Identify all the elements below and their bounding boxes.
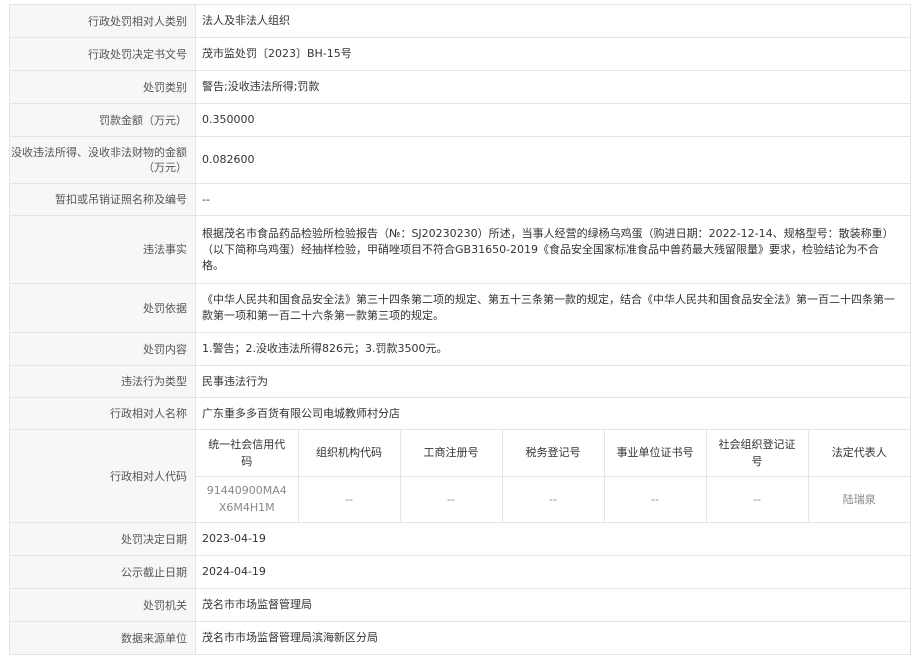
penalty-basis-value: 《中华人民共和国食品安全法》第三十四条第二项的规定、第五十三条第一款的规定，结合… bbox=[195, 283, 911, 333]
confiscation-amount-value: 0.082600 bbox=[195, 136, 911, 184]
fine-amount-value: 0.350000 bbox=[195, 103, 911, 137]
confiscation-amount-label: 没收违法所得、没收非法财物的金额（万元） bbox=[9, 136, 196, 184]
row-decision-date: 处罚决定日期 2023-04-19 bbox=[9, 522, 911, 556]
value-credit-code: 91440900MA4X6M4H1M bbox=[196, 475, 299, 522]
decision-number-value: 茂市监处罚〔2023〕BH-15号 bbox=[195, 37, 911, 71]
header-institution-cert: 事业单位证书号 bbox=[603, 430, 707, 477]
publicity-deadline-value: 2024-04-19 bbox=[195, 555, 911, 589]
license-info-value: -- bbox=[195, 183, 911, 216]
penalty-content-value: 1.警告；2.没收违法所得826元；3.罚款3500元。 bbox=[195, 332, 911, 366]
penalty-record-page: 行政处罚相对人类别 法人及非法人组织 行政处罚决定书文号 茂市监处罚〔2023〕… bbox=[0, 0, 920, 662]
party-code-cell: 统一社会信用代码 组织机构代码 工商注册号 税务登记号 事业单位证书号 社会组织… bbox=[195, 429, 911, 523]
penalty-basis-label: 处罚依据 bbox=[9, 283, 196, 333]
row-penalty-content: 处罚内容 1.警告；2.没收违法所得826元；3.罚款3500元。 bbox=[9, 332, 911, 366]
penalty-content-label: 处罚内容 bbox=[9, 332, 196, 366]
header-tax-reg: 税务登记号 bbox=[501, 430, 605, 477]
party-code-table: 统一社会信用代码 组织机构代码 工商注册号 税务登记号 事业单位证书号 社会组织… bbox=[196, 430, 910, 522]
value-legal-rep: 陆瑞泉 bbox=[807, 475, 910, 522]
header-legal-rep: 法定代表人 bbox=[807, 430, 910, 477]
violation-facts-value: 根据茂名市食品药品检验所检验报告（№：SJ20230230）所述，当事人经营的绿… bbox=[195, 215, 911, 284]
row-confiscation-amount: 没收违法所得、没收非法财物的金额（万元） 0.082600 bbox=[9, 136, 911, 184]
authority-value: 茂名市市场监督管理局 bbox=[195, 588, 911, 622]
license-info-label: 暂扣或吊销证照名称及编号 bbox=[9, 183, 196, 216]
row-violation-facts: 违法事实 根据茂名市食品药品检验所检验报告（№：SJ20230230）所述，当事… bbox=[9, 215, 911, 284]
fine-amount-label: 罚款金额（万元） bbox=[9, 103, 196, 137]
header-business-reg: 工商注册号 bbox=[399, 430, 503, 477]
party-code-label: 行政相对人代码 bbox=[9, 429, 196, 523]
decision-date-label: 处罚决定日期 bbox=[9, 522, 196, 556]
row-penalty-type: 处罚类别 警告;没收违法所得;罚款 bbox=[9, 70, 911, 104]
row-party-name: 行政相对人名称 广东重多多百货有限公司电城教师村分店 bbox=[9, 397, 911, 430]
row-fine-amount: 罚款金额（万元） 0.350000 bbox=[9, 103, 911, 137]
row-data-source: 数据来源单位 茂名市市场监督管理局滨海新区分局 bbox=[9, 621, 911, 655]
header-social-org: 社会组织登记证号 bbox=[705, 430, 809, 477]
party-category-value: 法人及非法人组织 bbox=[195, 4, 911, 38]
party-name-label: 行政相对人名称 bbox=[9, 397, 196, 430]
party-code-header-row: 统一社会信用代码 组织机构代码 工商注册号 税务登记号 事业单位证书号 社会组织… bbox=[196, 430, 910, 477]
row-violation-type: 违法行为类型 民事违法行为 bbox=[9, 365, 911, 398]
row-publicity-deadline: 公示截止日期 2024-04-19 bbox=[9, 555, 911, 589]
row-authority: 处罚机关 茂名市市场监督管理局 bbox=[9, 588, 911, 622]
decision-number-label: 行政处罚决定书文号 bbox=[9, 37, 196, 71]
violation-type-label: 违法行为类型 bbox=[9, 365, 196, 398]
header-org-code: 组织机构代码 bbox=[297, 430, 401, 477]
violation-facts-label: 违法事实 bbox=[9, 215, 196, 284]
data-source-label: 数据来源单位 bbox=[9, 621, 196, 655]
publicity-deadline-label: 公示截止日期 bbox=[9, 555, 196, 589]
row-decision-number: 行政处罚决定书文号 茂市监处罚〔2023〕BH-15号 bbox=[9, 37, 911, 71]
party-category-label: 行政处罚相对人类别 bbox=[9, 4, 196, 38]
authority-label: 处罚机关 bbox=[9, 588, 196, 622]
row-party-code: 行政相对人代码 统一社会信用代码 组织机构代码 工商注册号 税务登记号 事业单位… bbox=[9, 429, 911, 523]
party-name-value: 广东重多多百货有限公司电城教师村分店 bbox=[195, 397, 911, 430]
penalty-type-value: 警告;没收违法所得;罚款 bbox=[195, 70, 911, 104]
value-institution-cert: -- bbox=[603, 475, 707, 522]
row-party-category: 行政处罚相对人类别 法人及非法人组织 bbox=[9, 4, 911, 38]
data-source-value: 茂名市市场监督管理局滨海新区分局 bbox=[195, 621, 911, 655]
value-tax-reg: -- bbox=[501, 475, 605, 522]
row-penalty-basis: 处罚依据 《中华人民共和国食品安全法》第三十四条第二项的规定、第五十三条第一款的… bbox=[9, 283, 911, 333]
penalty-type-label: 处罚类别 bbox=[9, 70, 196, 104]
row-license-info: 暂扣或吊销证照名称及编号 -- bbox=[9, 183, 911, 216]
header-credit-code: 统一社会信用代码 bbox=[196, 430, 299, 477]
violation-type-value: 民事违法行为 bbox=[195, 365, 911, 398]
penalty-info-table: 行政处罚相对人类别 法人及非法人组织 行政处罚决定书文号 茂市监处罚〔2023〕… bbox=[9, 4, 911, 655]
decision-date-value: 2023-04-19 bbox=[195, 522, 911, 556]
value-social-org: -- bbox=[705, 475, 809, 522]
value-business-reg: -- bbox=[399, 475, 503, 522]
value-org-code: -- bbox=[297, 475, 401, 522]
party-code-value-row: 91440900MA4X6M4H1M -- -- -- -- -- 陆瑞泉 bbox=[196, 475, 910, 522]
